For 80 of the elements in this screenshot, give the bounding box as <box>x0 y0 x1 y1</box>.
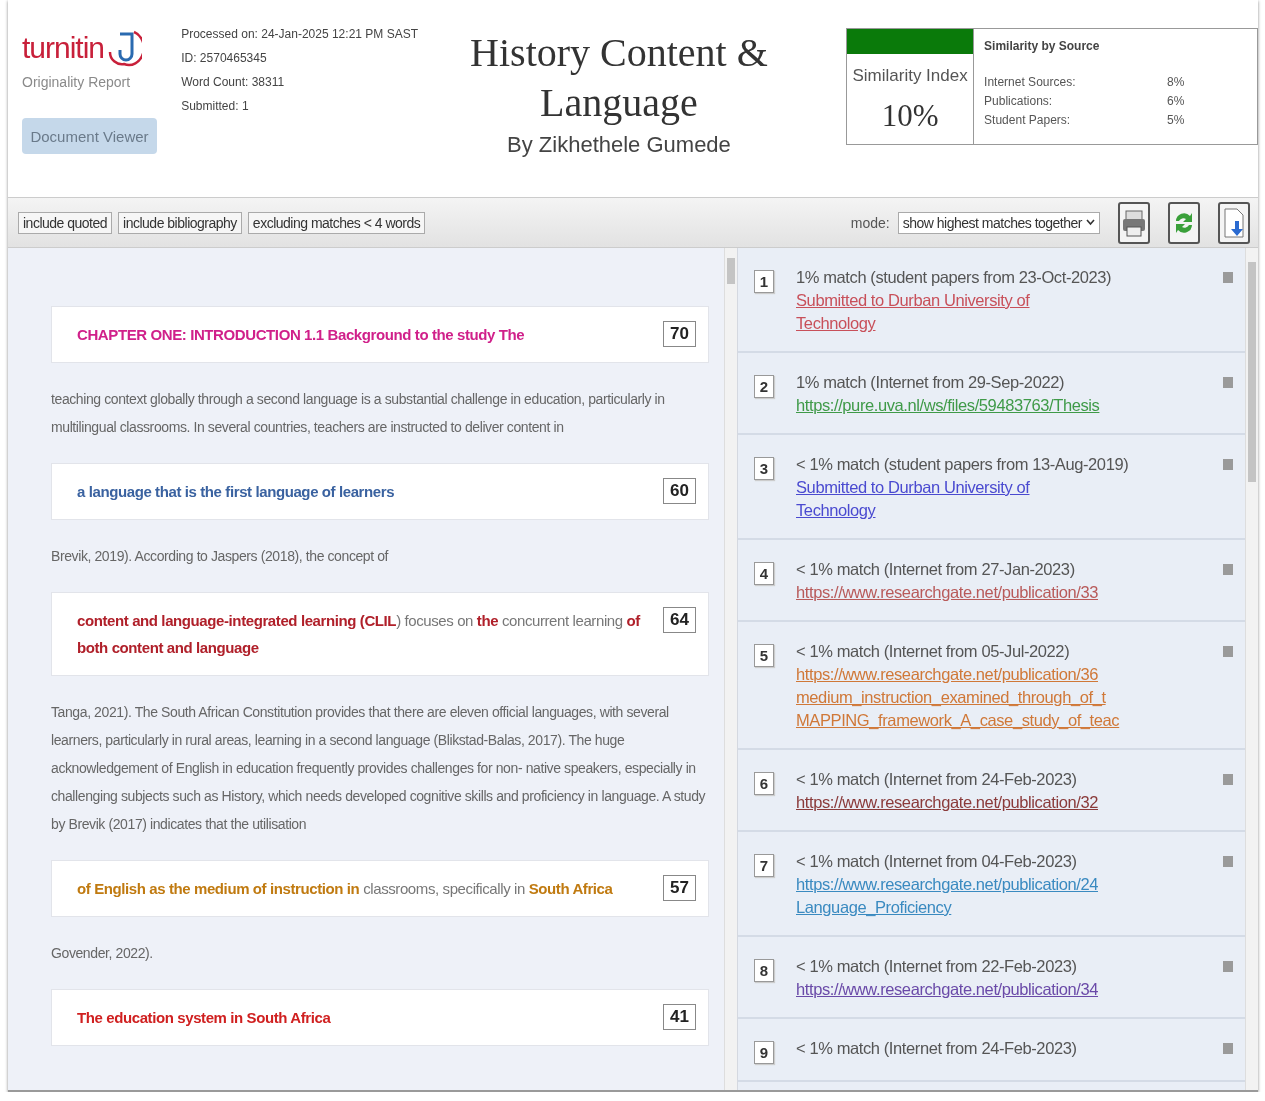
mode-dropdown[interactable]: show highest matches together <box>897 211 1100 234</box>
logo-text: turnitin <box>22 31 105 65</box>
source-number: 1 <box>754 270 774 293</box>
scrollbar[interactable] <box>724 248 737 1090</box>
source-number: 2 <box>754 375 774 398</box>
source-percent: 5% <box>1167 112 1186 129</box>
document-text: teaching context globally through a second language is a substantial challenge in education, particularly in multilingual classrooms. In several countries, teachers are instructed to deliver content in <box>51 390 666 437</box>
source-link[interactable]: Submitted to Durban University of Technology <box>796 476 1030 522</box>
matched-text: content and language-integrated learning (CLIL) focuses on the concurrent learning of both content and language <box>77 611 642 658</box>
source-number: 4 <box>754 562 774 585</box>
matched-text: CHAPTER ONE: INTRODUCTION 1.1 Background to the study The <box>77 325 526 345</box>
refresh-icon[interactable] <box>1168 201 1200 244</box>
document-title: History Content & Language <box>469 29 769 127</box>
matched-passage[interactable]: of English as the medium of instruction in classrooms, specifically in South Africa 57 <box>51 860 709 917</box>
exclude-icon[interactable] <box>1223 377 1233 388</box>
matched-text: The education system in South Africa <box>77 1008 332 1028</box>
matched-passage[interactable]: content and language-integrated learning (CLIL) focuses on the concurrent learning of both content and language 64 <box>51 592 709 676</box>
matched-passage[interactable]: CHAPTER ONE: INTRODUCTION 1.1 Background to the study The 70 <box>51 306 709 363</box>
match-summary: < 1% match (Internet from 22-Feb-2023) <box>796 956 1078 977</box>
filter-button[interactable]: excluding matches < 4 words <box>247 211 426 234</box>
match-number: 64 <box>663 607 696 633</box>
match-summary: < 1% match (Internet from 24-Feb-2023) <box>796 769 1078 790</box>
source-link[interactable]: https://www.researchgate.net/publication/33 <box>796 581 1098 604</box>
filter-button[interactable]: include quoted <box>18 211 113 234</box>
similarity-value: 10% <box>881 98 939 134</box>
mode-label: mode: <box>850 214 890 231</box>
document-author: By Zikhethele Gumede <box>506 132 732 158</box>
match-summary: < 1% match (Internet from 27-Jan-2023) <box>796 559 1076 580</box>
source-heading: Similarity by Source <box>984 39 1101 53</box>
scrollbar[interactable] <box>1245 248 1258 1090</box>
exclude-icon[interactable] <box>1223 856 1233 867</box>
match-number: 70 <box>663 321 696 347</box>
matched-passage[interactable]: The education system in South Africa 41 <box>51 989 709 1046</box>
source-type: Publications: <box>984 93 1054 110</box>
match-number: 57 <box>663 875 696 901</box>
source-link[interactable]: https://www.researchgate.net/publication/34 <box>796 978 1098 1001</box>
match-summary: 1% match (student papers from 23-Oct-2023) <box>796 267 1113 288</box>
match-summary: < 1% match (student papers from 13-Aug-2019) <box>796 454 1130 475</box>
report-meta: ID: 2570465345 <box>181 50 268 67</box>
source-link[interactable]: Submitted to Durban University of Technology <box>796 289 1030 335</box>
exclude-icon[interactable] <box>1223 1043 1233 1054</box>
match-summary: < 1% match (Internet from 04-Feb-2023) <box>796 851 1078 872</box>
source-link[interactable]: https://www.researchgate.net/publication/32 <box>796 791 1098 814</box>
matched-text: a language that is the first language of learners <box>77 482 396 502</box>
report-meta: Word Count: 38311 <box>181 74 286 91</box>
source-number: 3 <box>754 457 774 480</box>
exclude-icon[interactable] <box>1223 272 1233 283</box>
exclude-icon[interactable] <box>1223 646 1233 657</box>
matched-text: of English as the medium of instruction in classrooms, specifically in South Africa <box>77 879 614 899</box>
match-summary: 1% match (Internet from 29-Sep-2022) <box>796 372 1066 393</box>
document-text: Brevik, 2019). According to Jaspers (2018), the concept of <box>51 547 390 566</box>
print-icon[interactable] <box>1118 201 1150 244</box>
report-label: Originality Report <box>22 74 132 90</box>
match-number: 41 <box>663 1004 696 1030</box>
source-number: 8 <box>754 959 774 982</box>
source-number: 9 <box>754 1041 774 1064</box>
report-meta: Processed on: 24-Jan-2025 12:21 PM SAST <box>181 26 419 43</box>
match-number: 60 <box>663 478 696 504</box>
caret-icon <box>1086 219 1095 226</box>
exclude-icon[interactable] <box>1223 459 1233 470</box>
source-percent: 8% <box>1167 74 1186 91</box>
source-number: 7 <box>754 854 774 877</box>
document-text: Govender, 2022). <box>51 944 154 963</box>
match-summary: < 1% match (Internet from 05-Jul-2022) <box>796 641 1071 662</box>
similarity-label: Similarity Index <box>852 66 968 86</box>
report-meta: Submitted: 1 <box>181 98 250 115</box>
exclude-icon[interactable] <box>1223 774 1233 785</box>
source-number: 6 <box>754 772 774 795</box>
match-summary: < 1% match (Internet from 24-Feb-2023) <box>796 1038 1078 1059</box>
source-percent: 6% <box>1167 93 1186 110</box>
document-text: Tanga, 2021). The South African Constitution provides that there are eleven official languages, with several learners, particularly in rural areas, learning in a second language (Blikstad-Balas, 2017). The huge acknowledgement of English in education frequently provides challenges for non- native speakers, especially in challenging subjects such as History, which needs developed cognitive skills and proficiency in language. A study by Brevik (2017) indicates that the utilisation <box>51 703 707 834</box>
filter-button[interactable]: include bibliography <box>118 211 242 234</box>
exclude-icon[interactable] <box>1223 961 1233 972</box>
source-type: Internet Sources: <box>984 74 1077 91</box>
page-swirl-icon <box>106 28 143 68</box>
exclude-icon[interactable] <box>1223 564 1233 575</box>
source-number: 5 <box>754 644 774 667</box>
source-type: Student Papers: <box>984 112 1072 129</box>
matched-passage[interactable]: a language that is the first language of learners 60 <box>51 463 709 520</box>
download-icon[interactable] <box>1218 201 1250 244</box>
